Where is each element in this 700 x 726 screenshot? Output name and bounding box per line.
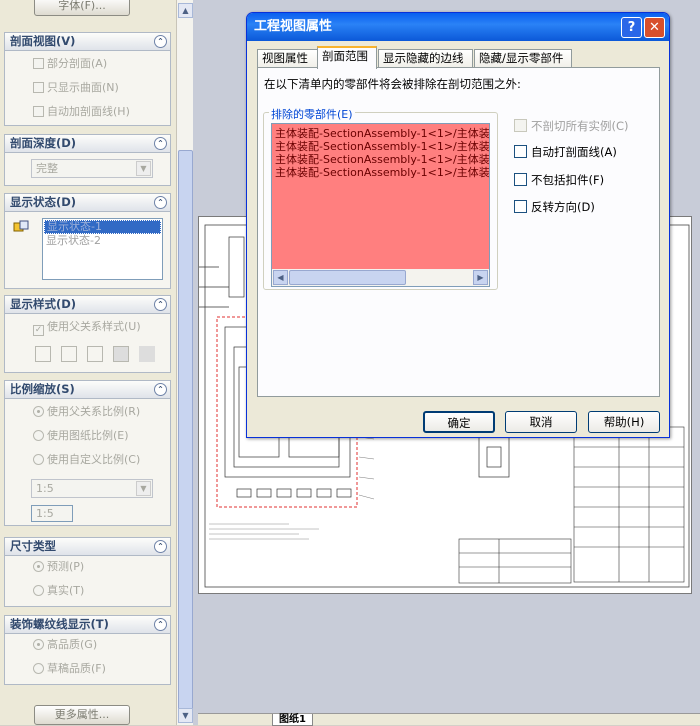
thread-display-group: 装饰螺纹线显示(T) ⌃ 高品质(G) 草稿品质(F) (4, 615, 171, 685)
shaded-with-edges-icon[interactable] (113, 346, 129, 362)
dont-cut-all-instances-checkbox[interactable]: 不剖切所有实例(C) (514, 119, 629, 133)
scale-title: 比例缩放(S) (10, 382, 75, 396)
help-button[interactable]: 帮助(H) (588, 411, 660, 433)
display-state-group: 显示状态(D) ⌃ 显示状态-1 显示状态-2 (4, 193, 171, 289)
collapse-icon[interactable]: ⌃ (154, 383, 167, 396)
list-item[interactable]: 主体装配-SectionAssembly-1<1>/主体装配 (275, 140, 489, 153)
scroll-thumb[interactable] (289, 270, 406, 285)
sheet-tab[interactable]: 图纸1 (272, 714, 313, 726)
exclude-fasteners-checkbox[interactable]: 不包括扣件(F) (514, 173, 604, 187)
instruction-text: 在以下清单内的零部件将会被排除在剖切范围之外: (264, 77, 521, 91)
hidden-lines-removed-icon[interactable] (87, 346, 103, 362)
cancel-button[interactable]: 取消 (505, 411, 577, 433)
scroll-down-icon[interactable]: ▼ (178, 708, 193, 723)
draft-quality-radio[interactable]: 草稿品质(F) (33, 662, 106, 676)
chevron-down-icon: ▼ (136, 481, 151, 496)
hidden-lines-visible-icon[interactable] (61, 346, 77, 362)
display-state-icon (13, 220, 29, 234)
group-label: 排除的零部件(E) (269, 106, 355, 122)
dialog-title: 工程视图属性 (254, 19, 333, 34)
dimension-type-header[interactable]: 尺寸类型 ⌃ (5, 538, 170, 556)
tab-hide-show-components[interactable]: 隐藏/显示零部件 (474, 49, 572, 68)
scale-field[interactable]: 1:5 (31, 505, 73, 522)
horizontal-scrollbar[interactable]: ◀ ▶ (272, 269, 489, 286)
scroll-right-icon[interactable]: ▶ (473, 270, 488, 285)
more-properties-button[interactable]: 更多属性... (34, 705, 130, 725)
surfaces-only-checkbox[interactable]: 只显示曲面(N) (33, 81, 119, 95)
display-style-header[interactable]: 显示样式(D) ⌃ (5, 296, 170, 314)
projected-radio[interactable]: 预测(P) (33, 560, 84, 574)
display-state-header[interactable]: 显示状态(D) ⌃ (5, 194, 170, 212)
property-manager: 字体(F)... 剖面视图(V) ⌃ 部分剖面(A) 只显示曲面(N) 自动加剖面… (0, 0, 176, 725)
use-parent-scale-radio[interactable]: 使用父关系比例(R) (33, 405, 140, 419)
collapse-icon[interactable]: ⌃ (154, 540, 167, 553)
auto-hatch-checkbox[interactable]: 自动加剖面线(H) (33, 105, 130, 119)
tab-view-properties[interactable]: 视图属性 (257, 49, 318, 68)
flip-direction-checkbox[interactable]: 反转方向(D) (514, 200, 595, 214)
use-parent-style-checkbox[interactable]: ✓ 使用父关系样式(U) (33, 320, 141, 336)
collapse-icon[interactable]: ⌃ (154, 618, 167, 631)
section-depth-group: 剖面深度(D) ⌃ 完整 ▼ (4, 134, 171, 186)
scroll-thumb[interactable] (178, 150, 193, 710)
list-item[interactable]: 显示状态-2 (43, 235, 162, 247)
dimension-type-title: 尺寸类型 (10, 539, 56, 553)
drawing-view-properties-dialog: 工程视图属性 ? ✕ 视图属性 剖面范围 显示隐藏的边线 隐藏/显示零部件 在以… (246, 12, 670, 438)
true-radio[interactable]: 真实(T) (33, 584, 84, 598)
list-item[interactable]: 显示状态-1 (44, 220, 161, 234)
scroll-left-icon[interactable]: ◀ (273, 270, 288, 285)
wireframe-style-icon[interactable] (35, 346, 51, 362)
display-style-group: 显示样式(D) ⌃ ✓ 使用父关系样式(U) (4, 295, 171, 373)
section-view-header[interactable]: 剖面视图(V) ⌃ (5, 33, 170, 51)
chevron-down-icon: ▼ (136, 161, 151, 176)
excluded-components-list[interactable]: 主体装配-SectionAssembly-1<1>/主体装配 主体装配-Sect… (271, 123, 490, 287)
partial-section-checkbox[interactable]: 部分剖面(A) (33, 57, 107, 71)
collapse-icon[interactable]: ⌃ (154, 137, 167, 150)
display-state-list[interactable]: 显示状态-1 显示状态-2 (42, 218, 163, 280)
display-state-title: 显示状态(D) (10, 195, 77, 209)
list-item[interactable]: 主体装配-SectionAssembly-1<1>/主体装配 (275, 166, 489, 179)
thread-display-title: 装饰螺纹线显示(T) (10, 617, 109, 631)
ok-button[interactable]: 确定 (423, 411, 495, 433)
scroll-up-icon[interactable]: ▲ (178, 3, 193, 18)
scale-dropdown[interactable]: 1:5 ▼ (31, 479, 153, 498)
section-depth-dropdown[interactable]: 完整 ▼ (31, 159, 153, 178)
tab-hidden-edges[interactable]: 显示隐藏的边线 (378, 49, 473, 68)
use-sheet-scale-radio[interactable]: 使用图纸比例(E) (33, 429, 129, 443)
thread-display-header[interactable]: 装饰螺纹线显示(T) ⌃ (5, 616, 170, 634)
font-button[interactable]: 字体(F)... (34, 0, 130, 16)
help-icon[interactable]: ? (621, 17, 642, 38)
auto-hatch-checkbox[interactable]: 自动打剖面线(A) (514, 145, 617, 159)
excluded-components-group: 排除的零部件(E) 主体装配-SectionAssembly-1<1>/主体装配… (263, 106, 498, 290)
section-view-title: 剖面视图(V) (10, 34, 76, 48)
dimension-type-group: 尺寸类型 ⌃ 预测(P) 真实(T) (4, 537, 171, 607)
collapse-icon[interactable]: ⌃ (154, 298, 167, 311)
section-depth-header[interactable]: 剖面深度(D) ⌃ (5, 135, 170, 153)
shaded-icon[interactable] (139, 346, 155, 362)
display-style-title: 显示样式(D) (10, 297, 77, 311)
tab-section-scope[interactable]: 剖面范围 (317, 46, 377, 69)
scale-group: 比例缩放(S) ⌃ 使用父关系比例(R) 使用图纸比例(E) 使用自定义比例(C)… (4, 380, 171, 526)
collapse-icon[interactable]: ⌃ (154, 35, 167, 48)
section-scope-panel: 在以下清单内的零部件将会被排除在剖切范围之外: 排除的零部件(E) 主体装配-S… (257, 67, 660, 397)
section-depth-title: 剖面深度(D) (10, 136, 77, 150)
scale-header[interactable]: 比例缩放(S) ⌃ (5, 381, 170, 399)
section-view-group: 剖面视图(V) ⌃ 部分剖面(A) 只显示曲面(N) 自动加剖面线(H) (4, 32, 171, 126)
close-icon[interactable]: ✕ (644, 17, 665, 38)
collapse-icon[interactable]: ⌃ (154, 196, 167, 209)
list-item[interactable]: 主体装配-SectionAssembly-1<1>/主体装配 (275, 153, 489, 166)
property-manager-scrollbar[interactable]: ▲ ▼ (176, 0, 193, 725)
dialog-titlebar[interactable]: 工程视图属性 ? ✕ (247, 13, 669, 41)
list-item[interactable]: 主体装配-SectionAssembly-1<1>/主体装配 (275, 127, 489, 140)
sheet-tab-bar: 图纸1 (198, 713, 700, 726)
use-custom-scale-radio[interactable]: 使用自定义比例(C) (33, 453, 140, 467)
high-quality-radio[interactable]: 高品质(G) (33, 638, 97, 652)
